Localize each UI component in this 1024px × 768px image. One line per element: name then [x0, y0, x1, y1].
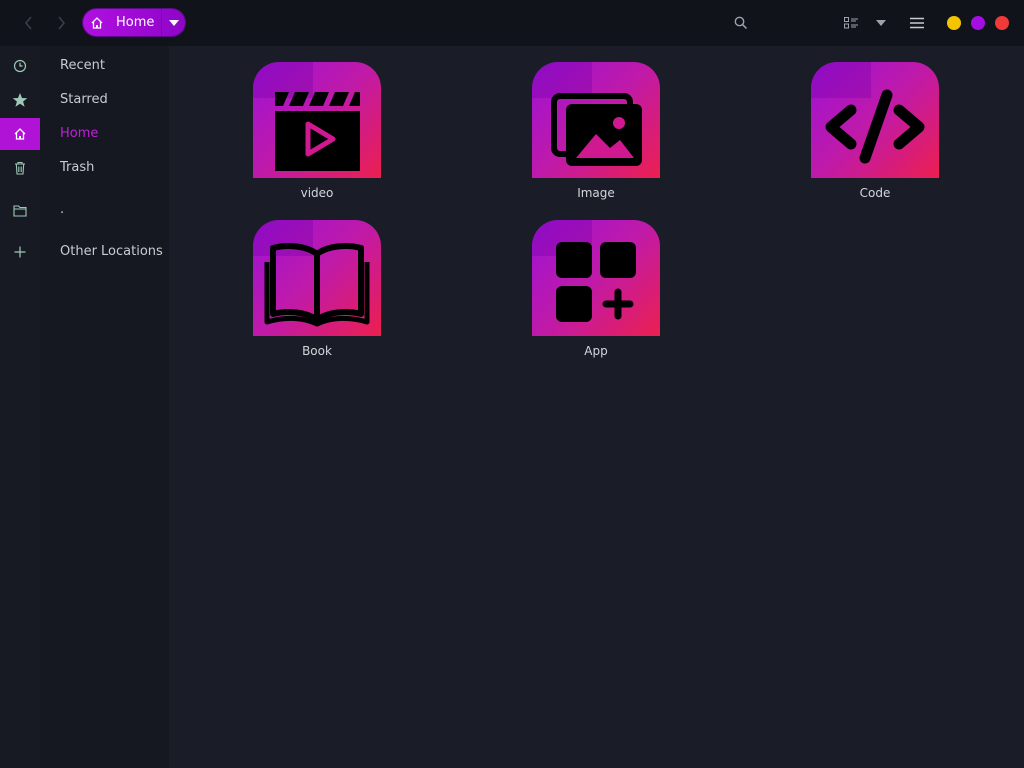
caret-down-icon [168, 19, 179, 26]
sidebar-item-label: Other Locations [60, 243, 163, 259]
apps-icon [556, 242, 636, 322]
folder-item-app[interactable]: App [526, 220, 666, 358]
folder-item-book[interactable]: Book [247, 220, 387, 358]
hamburger-icon [910, 17, 924, 29]
path-bar: Home [83, 9, 185, 36]
sidebar-item-label: . [60, 201, 65, 217]
sidebar-item-label: Home [60, 125, 99, 141]
file-name: App [584, 344, 608, 358]
chevron-right-icon [58, 16, 66, 30]
sidebar-item-label: Trash [60, 159, 95, 175]
caret-down-icon [876, 20, 886, 26]
file-name: Image [577, 186, 615, 200]
search-icon [734, 16, 748, 30]
trash-icon [0, 152, 40, 184]
file-view: video Image Code Book App [169, 46, 1024, 768]
minimize-button[interactable] [947, 16, 961, 30]
forward-button[interactable] [50, 12, 72, 34]
book-icon [264, 243, 370, 327]
folder-thumbnail [532, 220, 660, 336]
sidebar-item-other-locations[interactable]: Other Locations [40, 235, 169, 267]
folder-thumbnail [811, 62, 939, 178]
sidebar-item-dot[interactable]: . [40, 193, 169, 225]
file-name: Book [302, 344, 332, 358]
file-name: video [300, 186, 334, 200]
back-button[interactable] [18, 12, 40, 34]
view-options-button[interactable] [870, 12, 892, 34]
chevron-left-icon [24, 16, 32, 30]
sidebar-item-label: Starred [60, 91, 108, 107]
clock-icon [0, 50, 40, 82]
star-icon [0, 84, 40, 116]
folder-thumbnail [532, 62, 660, 178]
clapperboard-icon [275, 92, 360, 171]
view-toggle-button[interactable] [840, 12, 862, 34]
header-bar: Home [0, 0, 1024, 46]
sidebar-item-starred[interactable]: Starred [40, 83, 169, 115]
plus-icon [0, 236, 40, 268]
folder-item-video[interactable]: video [247, 62, 387, 200]
maximize-button[interactable] [971, 16, 985, 30]
image-icon [551, 93, 642, 166]
close-button[interactable] [995, 16, 1009, 30]
sidebar-item-home[interactable]: Home [40, 117, 169, 149]
folder-thumbnail [253, 220, 381, 336]
list-view-icon [844, 17, 858, 29]
main-menu-button[interactable] [906, 12, 928, 34]
search-button[interactable] [730, 12, 752, 34]
path-dropdown-button[interactable] [161, 9, 185, 36]
folder-icon [0, 194, 40, 226]
folder-thumbnail [253, 62, 381, 178]
home-icon [89, 15, 105, 31]
code-icon [825, 89, 925, 164]
folder-item-image[interactable]: Image [526, 62, 666, 200]
file-name: Code [859, 186, 891, 200]
sidebar-item-trash[interactable]: Trash [40, 151, 169, 183]
sidebar-item-recent[interactable]: Recent [40, 49, 169, 81]
sidebar-item-label: Recent [60, 57, 105, 73]
path-home-button[interactable]: Home [83, 9, 161, 36]
folder-item-code[interactable]: Code [805, 62, 945, 200]
home-icon [0, 118, 40, 150]
path-label: Home [116, 15, 155, 30]
